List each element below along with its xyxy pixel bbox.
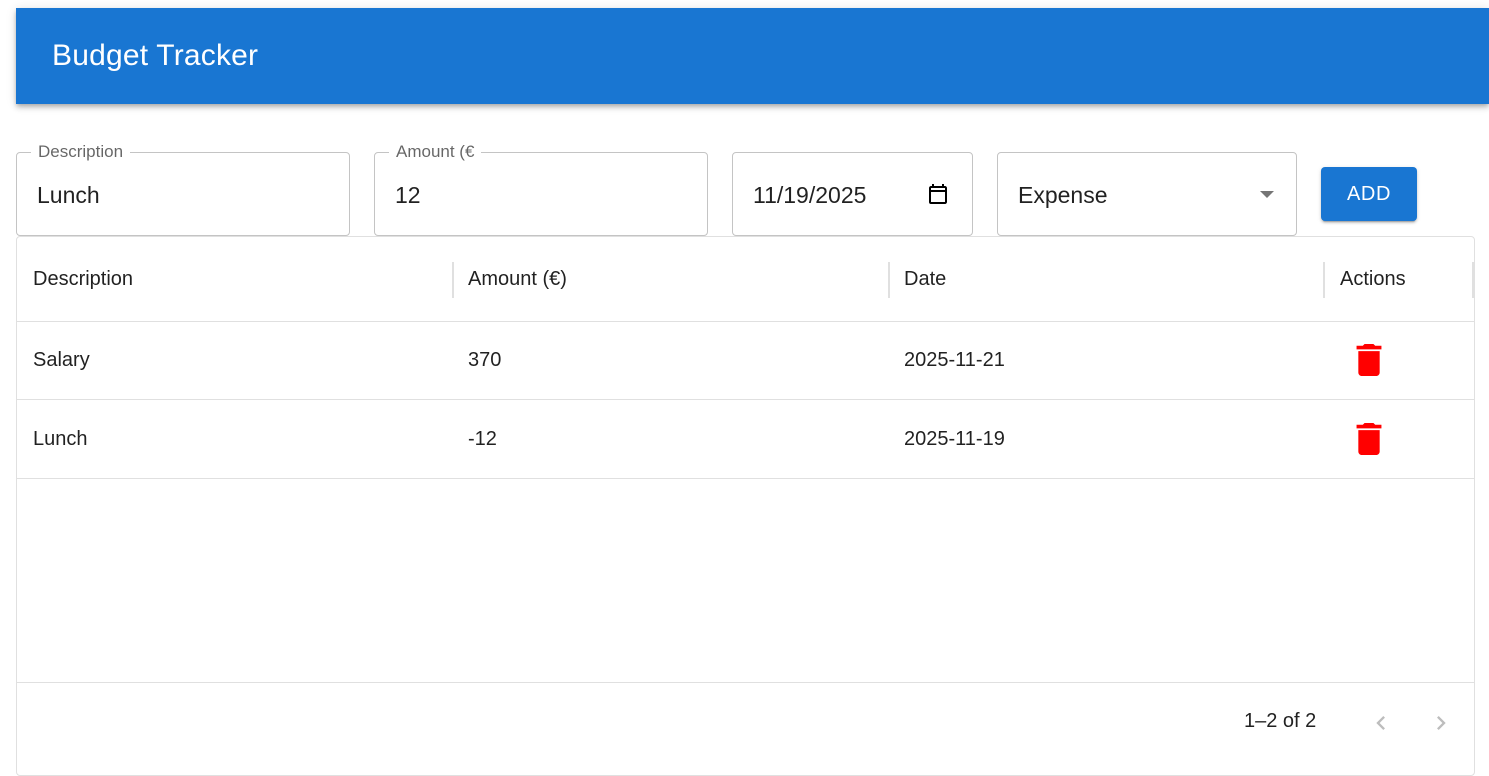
date-field[interactable]: 11/19/2025: [732, 152, 973, 236]
column-separator[interactable]: [1472, 262, 1474, 298]
column-header-amount[interactable]: Amount (€): [468, 237, 567, 321]
description-value: Lunch: [37, 182, 100, 208]
chevron-right-icon: [1437, 716, 1446, 730]
dropdown-arrow-icon: [1260, 191, 1274, 198]
row-date: 2025-11-21: [904, 348, 1005, 371]
column-header-actions[interactable]: Actions: [1340, 237, 1406, 321]
table-row[interactable]: Salary 370 2025-11-21: [17, 321, 1474, 400]
add-button[interactable]: ADD: [1321, 167, 1417, 221]
column-separator[interactable]: [888, 262, 890, 298]
table-row[interactable]: Lunch -12 2025-11-19: [17, 400, 1474, 479]
app-bar: Budget Tracker: [16, 8, 1489, 104]
column-separator[interactable]: [452, 262, 454, 298]
description-field[interactable]: Description Lunch: [16, 142, 350, 236]
amount-label: Amount (€: [389, 142, 482, 162]
amount-value: 12: [395, 182, 421, 208]
delete-button[interactable]: [1353, 421, 1385, 457]
type-value: Expense: [1018, 182, 1108, 208]
next-page-button[interactable]: [1427, 709, 1455, 737]
chevron-left-icon: [1376, 716, 1385, 730]
trash-icon: [1356, 344, 1382, 376]
calendar-icon[interactable]: [926, 182, 950, 206]
grid-header: Description Amount (€) Date Actions: [17, 237, 1474, 322]
row-date: 2025-11-19: [904, 427, 1005, 450]
date-value: 11/19/2025: [753, 182, 867, 208]
type-select[interactable]: Expense: [997, 152, 1297, 236]
row-amount: 370: [468, 348, 502, 371]
column-header-description[interactable]: Description: [33, 237, 133, 321]
column-separator[interactable]: [1323, 262, 1325, 298]
row-description: Lunch: [33, 427, 88, 450]
description-label: Description: [31, 142, 131, 162]
app-title: Budget Tracker: [52, 39, 259, 72]
previous-page-button[interactable]: [1367, 709, 1395, 737]
delete-button[interactable]: [1353, 342, 1385, 378]
amount-field[interactable]: Amount (€ 12: [374, 142, 708, 236]
grid-footer: 1–2 of 2: [17, 682, 1474, 763]
pagination-info: 1–2 of 2: [1244, 710, 1317, 732]
transactions-grid: Description Amount (€) Date Actions Sala…: [16, 236, 1475, 776]
row-amount: -12: [468, 427, 497, 450]
column-header-date[interactable]: Date: [904, 237, 946, 321]
trash-icon: [1356, 423, 1382, 455]
row-description: Salary: [33, 348, 90, 371]
